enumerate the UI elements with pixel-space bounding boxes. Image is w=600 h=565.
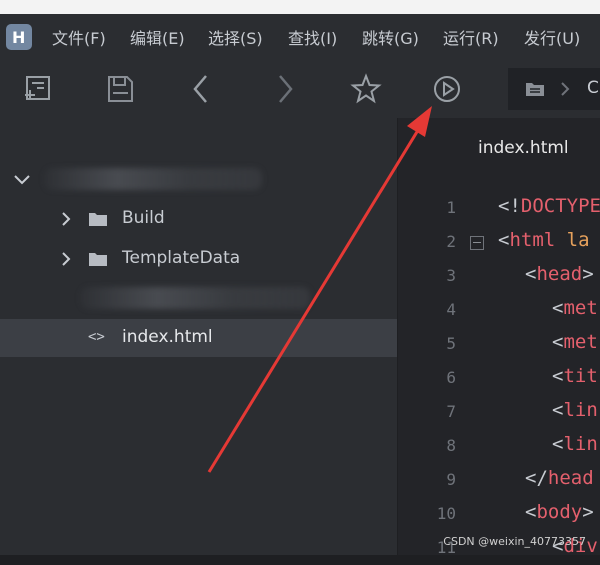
hbuilder-logo: H <box>6 24 32 50</box>
breadcrumb-chevron-icon <box>561 82 570 96</box>
line-number: 9 <box>446 470 456 489</box>
line-number: 6 <box>446 368 456 387</box>
code-line[interactable]: 4 <met <box>398 293 600 327</box>
favorite-button[interactable] <box>347 70 385 108</box>
code-line[interactable]: 8 <lin <box>398 429 600 463</box>
code-text: <!DOCTYPE <box>498 195 600 217</box>
folder-icon <box>89 213 107 226</box>
tree-item-index-html[interactable]: <> index.html <box>0 319 397 357</box>
run-icon <box>434 76 460 102</box>
save-button[interactable] <box>101 70 139 108</box>
star-icon <box>350 73 382 104</box>
project-icon <box>526 83 544 96</box>
code-line[interactable]: 2 <html la <box>398 225 600 259</box>
toolbar: C <box>0 60 600 118</box>
line-number: 8 <box>446 436 456 455</box>
window-top-border <box>0 0 600 14</box>
watermark: CSDN @weixin_40773357 <box>443 535 586 548</box>
line-number: 3 <box>446 266 456 285</box>
editor-tab-index-html[interactable]: index.html <box>478 138 569 158</box>
forward-arrow-icon <box>279 75 293 103</box>
line-number: 7 <box>446 402 456 421</box>
line-number: 5 <box>446 334 456 353</box>
code-text: <met <box>552 297 598 319</box>
chevron-right-icon[interactable] <box>58 211 74 227</box>
line-number: 4 <box>446 300 456 319</box>
project-sidebar: Build TemplateData <> index.html <box>0 118 397 555</box>
code-line[interactable]: 10 <body> <box>398 497 600 531</box>
tree-item-label: index.html <box>122 327 213 347</box>
menu-publish[interactable]: 发行(U) <box>524 25 580 49</box>
tree-item-label: TemplateData <box>122 248 241 268</box>
line-number: 1 <box>446 198 456 217</box>
forward-button[interactable] <box>265 70 303 108</box>
tree-item-root[interactable] <box>0 160 397 198</box>
code-text: <body> <box>525 501 594 523</box>
menu-run[interactable]: 运行(R) <box>443 25 499 49</box>
back-button[interactable] <box>183 70 221 108</box>
code-text: <met <box>552 331 598 353</box>
tree-item-build[interactable]: Build <box>0 200 397 238</box>
code-line[interactable]: 3 <head> <box>398 259 600 293</box>
chevron-down-icon[interactable] <box>12 170 32 190</box>
code-editor[interactable]: index.html 1 <!DOCTYPE 2 <html la 3 <head> 4 <m… <box>398 118 600 557</box>
code-text: <html la <box>498 229 590 251</box>
obscured-project-name <box>44 168 262 190</box>
menu-file[interactable]: 文件(F) <box>52 25 106 49</box>
breadcrumb[interactable]: C <box>508 68 600 110</box>
breadcrumb-segment: C <box>587 78 599 98</box>
new-file-button[interactable] <box>19 70 57 108</box>
menu-find[interactable]: 查找(I) <box>288 25 337 49</box>
code-text: <lin <box>552 399 598 421</box>
code-line[interactable]: 7 <lin <box>398 395 600 429</box>
tree-item-label: Build <box>122 208 165 228</box>
new-file-icon <box>25 76 50 100</box>
code-line[interactable]: 9 </head <box>398 463 600 497</box>
line-number: 2 <box>446 232 456 251</box>
tree-item-obscured[interactable] <box>0 279 397 317</box>
menu-bar: H 文件(F) 编辑(E) 选择(S) 查找(I) 跳转(G) 运行(R) 发行… <box>0 14 600 60</box>
save-icon <box>108 76 133 102</box>
obscured-file-name <box>80 287 310 309</box>
code-text: </head <box>525 467 594 489</box>
line-number: 10 <box>436 504 456 523</box>
menu-select[interactable]: 选择(S) <box>208 25 263 49</box>
fold-toggle-icon[interactable] <box>470 236 484 250</box>
menu-goto[interactable]: 跳转(G) <box>362 25 419 49</box>
tree-item-templatedata[interactable]: TemplateData <box>0 240 397 278</box>
run-button[interactable] <box>428 70 466 108</box>
code-line[interactable]: 1 <!DOCTYPE <box>398 191 600 225</box>
back-arrow-icon <box>193 75 207 103</box>
code-line[interactable]: 6 <tit <box>398 361 600 395</box>
code-line[interactable]: 5 <met <box>398 327 600 361</box>
folder-icon <box>89 253 107 266</box>
code-text: <tit <box>552 365 598 387</box>
chevron-right-icon[interactable] <box>58 251 74 267</box>
code-text: <head> <box>525 263 594 285</box>
menu-edit[interactable]: 编辑(E) <box>130 25 185 49</box>
html-file-icon: <> <box>88 329 105 345</box>
code-text: <lin <box>552 433 598 455</box>
